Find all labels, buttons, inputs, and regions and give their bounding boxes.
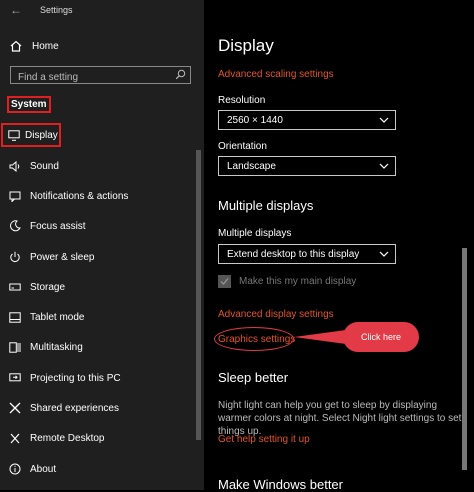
sidebar-item-label: Projecting to this PC [30,372,121,384]
search-icon[interactable] [175,69,186,80]
shared-icon [0,402,30,414]
advanced-display-link[interactable]: Advanced display settings [218,309,334,320]
notification-icon [0,191,30,202]
multiple-displays-label: Multiple displays [218,228,292,239]
remote-icon [0,433,30,444]
orientation-label: Orientation [218,141,267,152]
callout-pointer [294,330,346,344]
sidebar-item-focus-assist[interactable]: Focus assist [0,214,195,238]
drive-icon [0,282,30,292]
back-icon[interactable]: ← [10,3,22,17]
sidebar-item-projecting[interactable]: Projecting to this PC [0,366,195,390]
info-icon [0,463,30,475]
resolution-select[interactable]: 2560 × 1440 [218,110,396,130]
sidebar-item-about[interactable]: About [0,457,195,481]
highlight-oval [214,327,294,351]
speaker-icon [0,160,30,172]
main-display-label: Make this my main display [239,276,357,287]
orientation-select[interactable]: Landscape [218,156,396,176]
sidebar-item-tablet-mode[interactable]: Tablet mode [0,305,195,329]
home-icon [10,40,22,52]
sidebar-item-label: About [30,463,57,475]
multiple-displays-select[interactable]: Extend desktop to this display [218,244,396,264]
multiple-displays-value: Extend desktop to this display [227,248,360,260]
sidebar-item-label: Shared experiences [30,402,119,414]
sleep-description: Night light can help you get to sleep by… [218,400,462,437]
home-label: Home [32,40,59,52]
moon-icon [0,220,30,232]
window-title: Settings [40,5,73,15]
search-box[interactable] [10,66,191,86]
sidebar-item-label: Focus assist [30,220,86,232]
click-here-callout: Click here [343,322,419,352]
sidebar-item-label: Sound [30,160,59,172]
multitask-icon [0,341,30,353]
sidebar-item-multitasking[interactable]: Multitasking [0,335,195,359]
chevron-down-icon [379,251,389,257]
chevron-down-icon [379,117,389,123]
checkbox-box[interactable] [218,275,231,288]
get-help-link[interactable]: Get help setting it up [218,434,310,445]
sidebar-item-display[interactable]: Display [1,123,61,147]
sidebar-item-label: Multitasking [30,341,83,353]
home-nav-item[interactable]: Home [10,40,59,52]
sidebar-item-shared-experiences[interactable]: Shared experiences [0,396,195,420]
sidebar-item-label: Power & sleep [30,251,95,263]
sidebar-item-notifications[interactable]: Notifications & actions [0,184,195,208]
tablet-icon [0,311,30,323]
multiple-displays-heading: Multiple displays [218,198,314,213]
project-icon [0,372,30,384]
sidebar-item-sound[interactable]: Sound [0,154,195,178]
sidebar-item-remote-desktop[interactable]: Remote Desktop [0,426,195,450]
advanced-scaling-link[interactable]: Advanced scaling settings [218,69,334,80]
resolution-value: 2560 × 1440 [227,114,283,126]
sidebar-item-label: Display [25,129,58,141]
sidebar-item-power-sleep[interactable]: Power & sleep [0,245,195,269]
sidebar-item-label: Tablet mode [30,311,85,323]
chevron-down-icon [379,163,389,169]
sleep-heading: Sleep better [218,370,289,385]
orientation-value: Landscape [227,160,276,172]
section-label-system: System [7,96,51,113]
monitor-icon [3,129,25,141]
resolution-label: Resolution [218,95,266,106]
power-icon [0,251,30,263]
sidebar-item-label: Storage [30,281,66,293]
sidebar-item-storage[interactable]: Storage [0,275,195,299]
sidebar-item-label: Remote Desktop [30,432,105,444]
checkmark-icon [220,278,229,285]
search-input[interactable] [11,69,168,86]
main-display-checkbox[interactable]: Make this my main display [218,275,356,288]
sidebar-scrollbar[interactable] [196,150,201,440]
page-title: Display [218,36,274,55]
main-scrollbar[interactable] [462,248,467,470]
sidebar-item-label: Notifications & actions [30,190,129,202]
